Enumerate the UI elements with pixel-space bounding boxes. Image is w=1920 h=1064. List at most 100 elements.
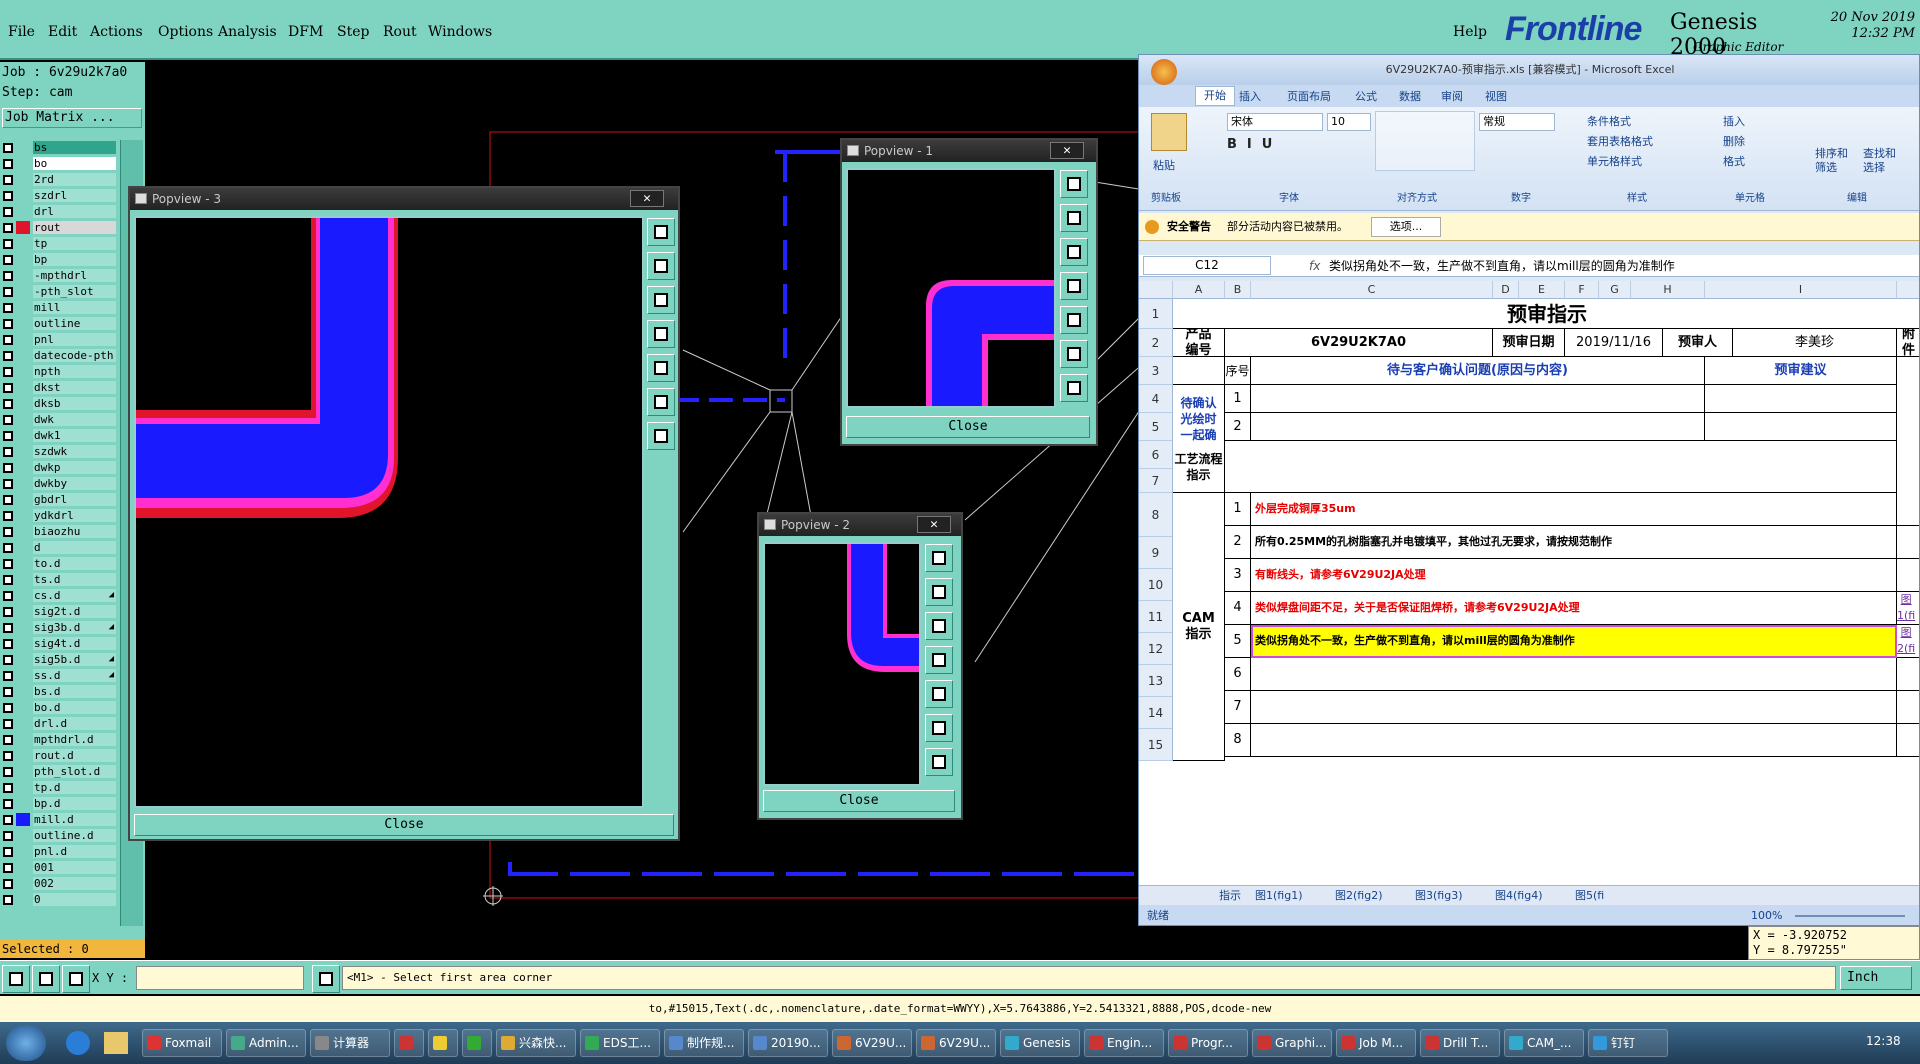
layer-row[interactable]: sig3b.d ◢ — [0, 620, 118, 635]
xy-input[interactable] — [136, 966, 304, 990]
layer-name[interactable]: 001 — [33, 861, 116, 874]
grid-tool-icon[interactable] — [62, 965, 90, 993]
layer-checkbox[interactable] — [3, 271, 13, 281]
layer-color-swatch[interactable] — [16, 877, 30, 890]
zoom-slider[interactable] — [1795, 915, 1905, 917]
layer-color-swatch[interactable] — [16, 829, 30, 842]
layer-row[interactable]: d — [0, 540, 118, 555]
sheet-tab[interactable]: 指示 — [1219, 886, 1241, 906]
layer-checkbox[interactable] — [3, 335, 13, 345]
layer-color-swatch[interactable] — [16, 397, 30, 410]
taskbar-button[interactable]: 兴森快... — [496, 1029, 576, 1057]
sort-filter-button[interactable]: 排序和 筛选 — [1815, 147, 1848, 175]
close-icon[interactable]: ✕ — [630, 190, 664, 207]
row-header[interactable]: 9 — [1139, 537, 1173, 569]
layer-color-swatch[interactable] — [16, 669, 30, 682]
layer-row[interactable]: ts.d — [0, 572, 118, 587]
layer-color-swatch[interactable] — [16, 445, 30, 458]
sheet-tab[interactable]: 图2(fig2) — [1335, 886, 1383, 906]
zoom-out-icon[interactable] — [925, 714, 953, 742]
layer-row[interactable]: dwk1 — [0, 428, 118, 443]
popview-title-bar[interactable]: Popview - 3 — [130, 188, 678, 210]
cam-instruction[interactable]: 所有0.25MM的孔树脂塞孔并电镀填平，其他过孔无要求，请按规范制作 — [1251, 526, 1897, 559]
layer-name[interactable]: mpthdrl.d — [33, 733, 116, 746]
pan-left-icon[interactable] — [1060, 272, 1088, 300]
menu-rout[interactable]: Rout — [383, 24, 417, 40]
layer-checkbox[interactable] — [3, 575, 13, 585]
layer-checkbox[interactable] — [3, 175, 13, 185]
layer-color-swatch[interactable] — [16, 477, 30, 490]
cam-instruction[interactable] — [1251, 658, 1897, 691]
row-number[interactable]: 3 — [1225, 559, 1251, 592]
layer-checkbox[interactable] — [3, 223, 13, 233]
taskbar-button[interactable]: Drill T... — [1420, 1029, 1500, 1057]
layer-name[interactable]: mill.d — [33, 813, 116, 826]
cam-instruction[interactable]: 类似焊盘间距不足，关于是否保证阻焊桥，请参考6V29U2JA处理 — [1251, 592, 1897, 625]
layer-checkbox[interactable] — [3, 751, 13, 761]
layer-color-swatch[interactable] — [16, 221, 30, 234]
taskbar-button[interactable]: Genesis — [1000, 1029, 1080, 1057]
taskbar-button[interactable]: Job M... — [1336, 1029, 1416, 1057]
cam-label[interactable]: CAM 指示 — [1173, 493, 1225, 761]
row-number[interactable]: 2 — [1225, 526, 1251, 559]
column-header[interactable] — [1897, 281, 1919, 299]
taskbar-button[interactable]: 制作规... — [664, 1029, 744, 1057]
select-all-corner[interactable] — [1139, 281, 1173, 299]
formula-input[interactable]: 类似拐角处不一致，生产做不到直角，请以mill层的圆角为准制作 — [1329, 255, 1917, 277]
zoom-out-icon[interactable] — [647, 388, 675, 416]
pan-up-icon[interactable] — [925, 578, 953, 606]
column-header[interactable]: I — [1705, 281, 1897, 299]
row-header[interactable]: 10 — [1139, 569, 1173, 601]
layer-checkbox[interactable] — [3, 559, 13, 569]
taskbar-button[interactable] — [428, 1029, 458, 1057]
layer-name[interactable]: rout.d — [33, 749, 116, 762]
layer-checkbox[interactable] — [3, 735, 13, 745]
layer-row[interactable]: tp — [0, 236, 118, 251]
row-header[interactable]: 11 — [1139, 601, 1173, 633]
layer-row[interactable]: cs.d ◢ — [0, 588, 118, 603]
layer-checkbox[interactable] — [3, 879, 13, 889]
layer-checkbox[interactable] — [3, 495, 13, 505]
layer-row[interactable]: bo.d — [0, 700, 118, 715]
zoom-in-icon[interactable] — [647, 422, 675, 450]
cam-instruction[interactable] — [1251, 691, 1897, 724]
row-header[interactable]: 8 — [1139, 493, 1173, 537]
layer-color-swatch[interactable] — [16, 765, 30, 778]
popview-close-button[interactable]: Close — [134, 814, 674, 836]
ribbon-tab[interactable]: 插入 — [1239, 88, 1261, 104]
pan-down-icon[interactable] — [925, 612, 953, 640]
layer-row[interactable]: tp.d — [0, 780, 118, 795]
layer-color-swatch[interactable] — [16, 749, 30, 762]
layer-color-swatch[interactable] — [16, 861, 30, 874]
ribbon-tab[interactable]: 审阅 — [1441, 88, 1463, 104]
layer-checkbox[interactable] — [3, 431, 13, 441]
layer-row[interactable]: drl — [0, 204, 118, 219]
layer-name[interactable]: outline.d — [33, 829, 116, 842]
row-header[interactable]: 13 — [1139, 665, 1173, 697]
layer-checkbox[interactable] — [3, 831, 13, 841]
blank-cell[interactable] — [1897, 559, 1919, 592]
layer-row[interactable]: bs.d — [0, 684, 118, 699]
find-select-button[interactable]: 查找和 选择 — [1863, 147, 1896, 175]
blank-cell[interactable] — [1897, 493, 1919, 526]
layer-color-swatch[interactable] — [16, 429, 30, 442]
column-header[interactable]: A — [1173, 281, 1225, 299]
excel-window[interactable]: 6V29U2K7A0-预审指示.xls [兼容模式] - Microsoft E… — [1138, 54, 1920, 926]
paste-icon[interactable] — [1151, 113, 1187, 151]
layer-name[interactable]: tp.d — [33, 781, 116, 794]
popview-canvas[interactable] — [846, 168, 1056, 408]
layer-name[interactable]: dwk1 — [33, 429, 116, 442]
row-header[interactable]: 15 — [1139, 729, 1173, 761]
layer-name[interactable]: dwkby — [33, 477, 116, 490]
layer-checkbox[interactable] — [3, 687, 13, 697]
font-name-select[interactable]: 宋体 — [1227, 113, 1323, 131]
row-header[interactable]: 12 — [1139, 633, 1173, 665]
layer-color-swatch[interactable] — [16, 317, 30, 330]
layer-color-swatch[interactable] — [16, 173, 30, 186]
layer-name[interactable]: d — [33, 541, 116, 554]
blank-cell[interactable] — [1897, 658, 1919, 691]
taskbar-button[interactable]: 钉钉 — [1588, 1029, 1668, 1057]
layer-row[interactable]: 2rd — [0, 172, 118, 187]
attachment-label[interactable]: 附件 — [1897, 329, 1919, 357]
layer-row[interactable]: szdwk — [0, 444, 118, 459]
